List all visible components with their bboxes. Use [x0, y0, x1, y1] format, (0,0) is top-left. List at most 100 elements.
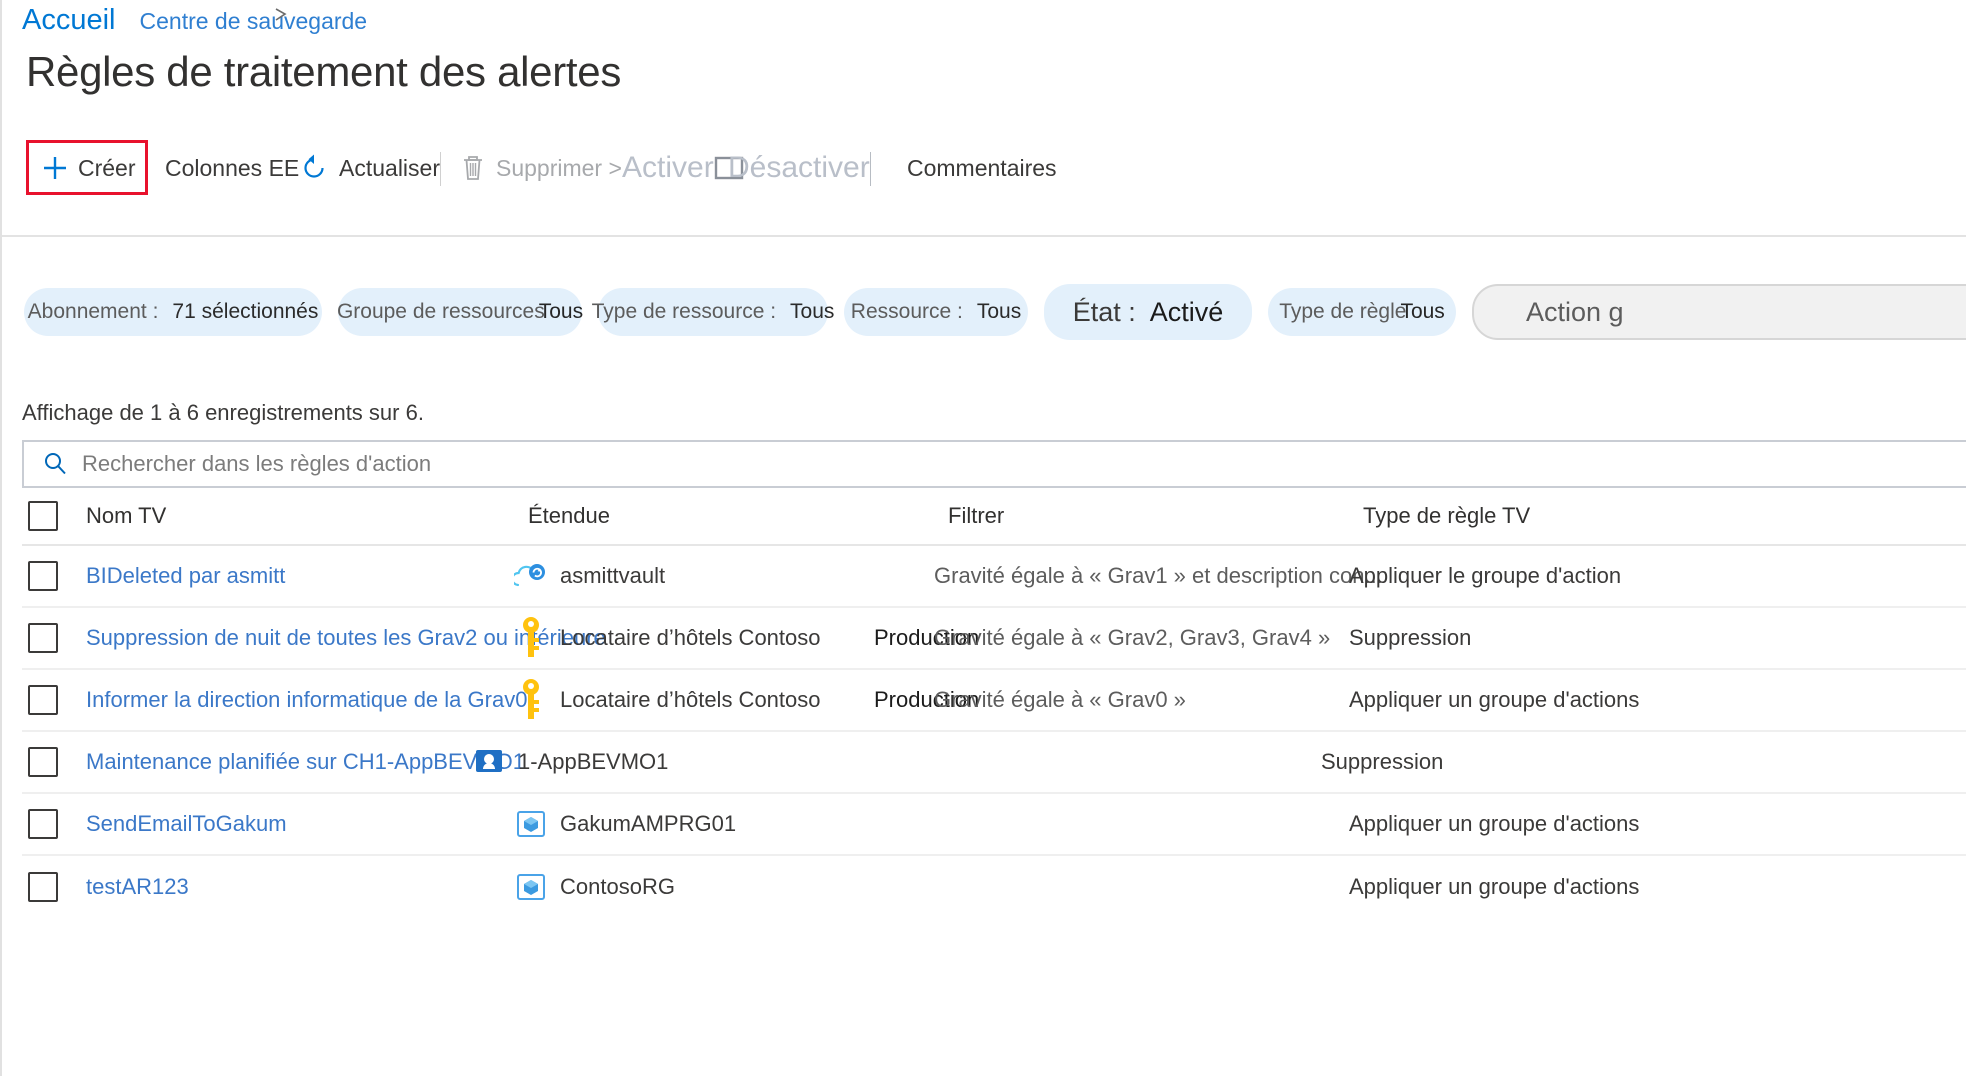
- scope-label: Locataire d’hôtels Contoso: [560, 625, 821, 650]
- table-row[interactable]: Maintenance planifiée sur CH1-AppBEVMO1 …: [22, 732, 1966, 794]
- cell-scope: 1-AppBEVMO1: [476, 748, 906, 776]
- trash-icon: [460, 154, 486, 182]
- row-checkbox[interactable]: [28, 809, 58, 839]
- filter-pill-subscription-value: 71 sélectionnés: [172, 300, 319, 323]
- columns-button-label: Colonnes EE: [165, 154, 300, 181]
- filter-pill-rule-type-value: Tous: [1400, 300, 1445, 323]
- cell-filter: Gravité égale à « Grav1 » et description…: [934, 563, 1383, 589]
- table-row[interactable]: SendEmailToGakum GakumAMPRG01 Appliquer …: [22, 794, 1966, 856]
- filter-pill-resource-group[interactable]: Groupe de ressources Tous: [336, 288, 583, 336]
- cell-filter: Gravité égale à « Grav2, Grav3, Grav4 »: [934, 625, 1349, 651]
- breadcrumb-home-link[interactable]: Accueil: [22, 4, 116, 37]
- column-header-scope[interactable]: Étendue: [486, 503, 948, 529]
- scope-label: asmittvault: [560, 563, 666, 588]
- resource-group-icon: [514, 810, 548, 838]
- cell-filter: Gravité égale à « Grav0 »: [934, 687, 1349, 713]
- cell-scope: ContosoRG: [486, 873, 934, 901]
- create-button[interactable]: Créer: [42, 148, 136, 188]
- scope-label: Locataire d’hôtels Contoso: [560, 687, 821, 712]
- key-icon: [514, 678, 548, 722]
- refresh-button[interactable]: Actualiser: [299, 148, 440, 188]
- rule-name-link[interactable]: BIDeleted par asmitt: [86, 563, 285, 588]
- enable-button[interactable]: Activer: [622, 148, 714, 188]
- cell-rule-type: Appliquer le groupe d'action: [1349, 563, 1949, 589]
- disable-button-label: Désactiver: [728, 151, 870, 184]
- table-row[interactable]: testAR123 ContosoRG Appliquer un groupe …: [22, 856, 1966, 918]
- rule-name-link[interactable]: Maintenance planifiée sur CH1-AppBEVMO1: [86, 749, 525, 774]
- cell-scope: Locataire d’hôtels Contoso Production: [486, 616, 979, 660]
- filter-pill-rule-type[interactable]: Type de règle Tous: [1268, 288, 1456, 336]
- resource-group-icon: [514, 873, 548, 901]
- row-checkbox-cell[interactable]: [22, 685, 86, 715]
- filter-pill-action-group[interactable]: Action g: [1472, 284, 1966, 340]
- search-input-placeholder: Rechercher dans les règles d'action: [82, 451, 432, 476]
- cell-rule-name[interactable]: Maintenance planifiée sur CH1-AppBEVMO1: [86, 749, 525, 775]
- row-checkbox[interactable]: [28, 561, 58, 591]
- cell-rule-name[interactable]: Informer la direction informatique de la…: [86, 687, 527, 713]
- column-header-rule-type-label: Type de règle TV: [1363, 503, 1531, 528]
- create-button-label: Créer: [78, 154, 136, 181]
- filter-pill-resource-value: Tous: [976, 300, 1022, 323]
- cell-rule-name[interactable]: SendEmailToGakum: [86, 811, 486, 837]
- row-checkbox-cell[interactable]: [22, 623, 86, 653]
- rule-type-text: Appliquer un groupe d'actions: [1349, 687, 1640, 712]
- filter-text: Gravité égale à « Grav1 » et description…: [934, 563, 1383, 588]
- scope-label: ContosoRG: [560, 874, 675, 899]
- row-checkbox-cell[interactable]: [22, 872, 86, 902]
- toolbar-divider-rule: [2, 235, 1966, 237]
- row-checkbox-cell[interactable]: [22, 561, 86, 591]
- table-row[interactable]: BIDeleted par asmitt asmittvault Gravité…: [22, 546, 1966, 608]
- row-checkbox-cell[interactable]: [22, 809, 86, 839]
- column-header-scope-label: Étendue: [528, 503, 610, 528]
- column-header-filter[interactable]: Filtrer: [948, 503, 1363, 529]
- row-checkbox-cell[interactable]: [22, 747, 86, 777]
- delete-button-label: Supprimer >: [496, 154, 622, 181]
- refresh-icon: [299, 153, 329, 183]
- table-row[interactable]: Informer la direction informatique de la…: [22, 670, 1966, 732]
- row-checkbox[interactable]: [28, 623, 58, 653]
- filter-pill-resource[interactable]: Ressource : Tous: [844, 288, 1028, 336]
- select-all-checkbox-cell[interactable]: [22, 501, 86, 531]
- virtual-machine-icon: [472, 748, 506, 776]
- table-header-row: Nom TV Étendue Filtrer Type de règle TV: [22, 488, 1966, 546]
- recovery-vault-icon: [514, 561, 548, 591]
- cell-scope: asmittvault: [486, 561, 934, 591]
- toolbar-divider-2: [870, 152, 871, 186]
- select-all-checkbox[interactable]: [28, 501, 58, 531]
- cell-rule-name[interactable]: testAR123: [86, 874, 486, 900]
- filter-pill-resource-type[interactable]: Type de ressource : Tous: [592, 288, 834, 336]
- cell-rule-name[interactable]: Suppression de nuit de toutes les Grav2 …: [86, 625, 606, 651]
- cell-rule-type: Appliquer un groupe d'actions: [1349, 811, 1949, 837]
- rule-name-link[interactable]: SendEmailToGakum: [86, 811, 287, 836]
- breadcrumb-caret-icon: [274, 6, 288, 29]
- cell-rule-name[interactable]: BIDeleted par asmitt: [86, 563, 486, 589]
- row-checkbox[interactable]: [28, 685, 58, 715]
- scope-label: GakumAMPRG01: [560, 811, 737, 836]
- filter-pill-state-key: État :: [1072, 296, 1136, 327]
- row-checkbox[interactable]: [28, 747, 58, 777]
- filter-pill-state[interactable]: État : Activé: [1044, 284, 1252, 340]
- column-header-rule-type[interactable]: Type de règle TV: [1363, 503, 1963, 529]
- columns-button[interactable]: Colonnes EE: [165, 148, 299, 188]
- breadcrumb: Accueil Centre de sauvegarde: [22, 4, 367, 37]
- disable-button[interactable]: Désactiver: [728, 148, 870, 188]
- rule-name-link[interactable]: testAR123: [86, 874, 189, 899]
- search-input[interactable]: Rechercher dans les règles d'action: [22, 440, 1966, 488]
- feedback-button[interactable]: Commentaires: [907, 148, 1057, 188]
- cell-scope: Locataire d’hôtels Contoso Production: [486, 678, 979, 722]
- filter-bar: Abonnement : 71 sélectionnés Groupe de r…: [2, 284, 1966, 352]
- breadcrumb-backup-center-link[interactable]: Centre de sauvegarde: [140, 8, 368, 35]
- filter-pill-subscription[interactable]: Abonnement : 71 sélectionnés: [24, 288, 322, 336]
- rule-name-link[interactable]: Informer la direction informatique de la…: [86, 687, 527, 712]
- table-row[interactable]: Suppression de nuit de toutes les Grav2 …: [22, 608, 1966, 670]
- search-icon: [42, 451, 68, 477]
- feedback-button-label: Commentaires: [907, 154, 1057, 181]
- rule-type-text: Suppression: [1321, 749, 1444, 774]
- refresh-button-label: Actualiser: [339, 154, 440, 181]
- cell-rule-type: Suppression: [1349, 625, 1949, 651]
- filter-pill-resource-group-key: Groupe de ressources: [336, 300, 545, 323]
- delete-button[interactable]: Supprimer >: [460, 148, 622, 188]
- column-header-name[interactable]: Nom TV: [86, 503, 486, 529]
- filter-pill-state-value: Activé: [1149, 296, 1224, 327]
- row-checkbox[interactable]: [28, 872, 58, 902]
